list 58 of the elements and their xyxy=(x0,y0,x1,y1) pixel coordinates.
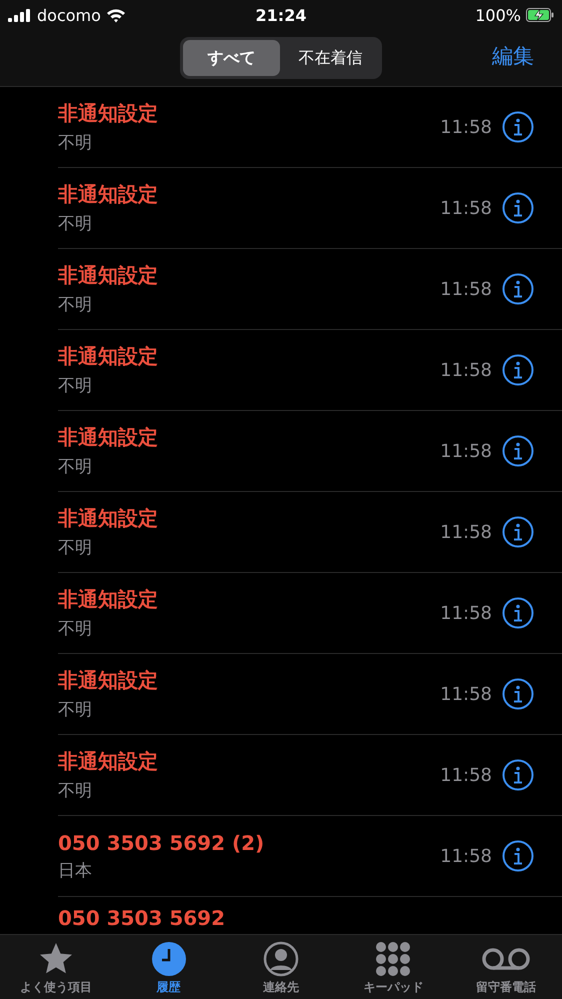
battery-charging-icon xyxy=(526,8,554,22)
info-button[interactable] xyxy=(502,354,534,386)
wifi-icon xyxy=(106,8,126,22)
info-button[interactable] xyxy=(502,516,534,548)
caller-name: 非通知設定 xyxy=(58,748,159,775)
info-button[interactable] xyxy=(502,759,534,791)
caller-detail: 不明 xyxy=(58,375,93,397)
info-button[interactable] xyxy=(502,840,534,872)
caller-name: 非通知設定 xyxy=(58,343,159,370)
status-time: 21:24 xyxy=(256,6,306,24)
info-button[interactable] xyxy=(502,597,534,629)
caller-name: 非通知設定 xyxy=(58,100,159,127)
tab-bar-item[interactable]: キーパッド xyxy=(337,935,450,999)
clock-icon xyxy=(150,941,187,977)
person-icon xyxy=(263,941,300,977)
caller-detail: 不明 xyxy=(58,618,93,640)
call-time: 11:58 xyxy=(440,684,492,704)
info-button[interactable] xyxy=(502,273,534,305)
call-time: 11:58 xyxy=(440,198,492,218)
battery-percent: 100% xyxy=(475,6,521,24)
caller-name: 非通知設定 xyxy=(58,586,159,613)
segment-tab[interactable]: すべて xyxy=(183,40,280,76)
caller-name: 050 3503 5692 xyxy=(58,906,226,930)
caller-name: 非通知設定 xyxy=(58,181,159,208)
info-button[interactable] xyxy=(502,435,534,467)
edit-button[interactable]: 編集 xyxy=(492,42,534,70)
caller-detail: 不明 xyxy=(58,213,93,235)
caller-name: 050 3503 5692 (2) xyxy=(58,830,266,854)
call-time: 11:58 xyxy=(440,602,492,624)
tab-bar-item[interactable]: 留守番電話 xyxy=(450,935,562,999)
segment-tab[interactable]: 不在着信 xyxy=(282,40,379,76)
caller-detail: 不明 xyxy=(58,456,93,478)
carrier-name: docomo xyxy=(37,6,101,24)
caller-name: 非通知設定 xyxy=(58,424,159,451)
caller-detail: 不明 xyxy=(58,294,93,316)
tab-bar-item[interactable]: 連絡先 xyxy=(224,935,338,999)
info-button[interactable] xyxy=(502,192,534,224)
call-time: 11:58 xyxy=(440,278,492,300)
call-time: 11:58 xyxy=(440,440,492,462)
call-time: 11:58 xyxy=(440,360,492,380)
signal-icon xyxy=(8,8,32,22)
caller-detail: 不明 xyxy=(58,132,93,154)
caller-name: 非通知設定 xyxy=(58,505,159,532)
caller-detail: 不明 xyxy=(58,537,93,559)
call-time: 11:58 xyxy=(440,522,492,542)
call-time: 11:58 xyxy=(440,764,492,786)
caller-name: 非通知設定 xyxy=(58,262,159,289)
keypad-icon xyxy=(375,941,412,977)
call-time: 11:58 xyxy=(440,846,492,866)
caller-name: 非通知設定 xyxy=(58,667,159,694)
caller-detail: 不明 xyxy=(58,699,93,721)
info-button[interactable] xyxy=(502,111,534,143)
caller-detail: 不明 xyxy=(58,780,93,802)
tab-bar-item[interactable]: よく使う項目 xyxy=(0,935,112,999)
info-button[interactable] xyxy=(502,678,534,710)
call-time: 11:58 xyxy=(440,116,492,138)
caller-detail: 日本 xyxy=(58,860,93,882)
tab-bar-item[interactable]: 履歴 xyxy=(112,935,225,999)
